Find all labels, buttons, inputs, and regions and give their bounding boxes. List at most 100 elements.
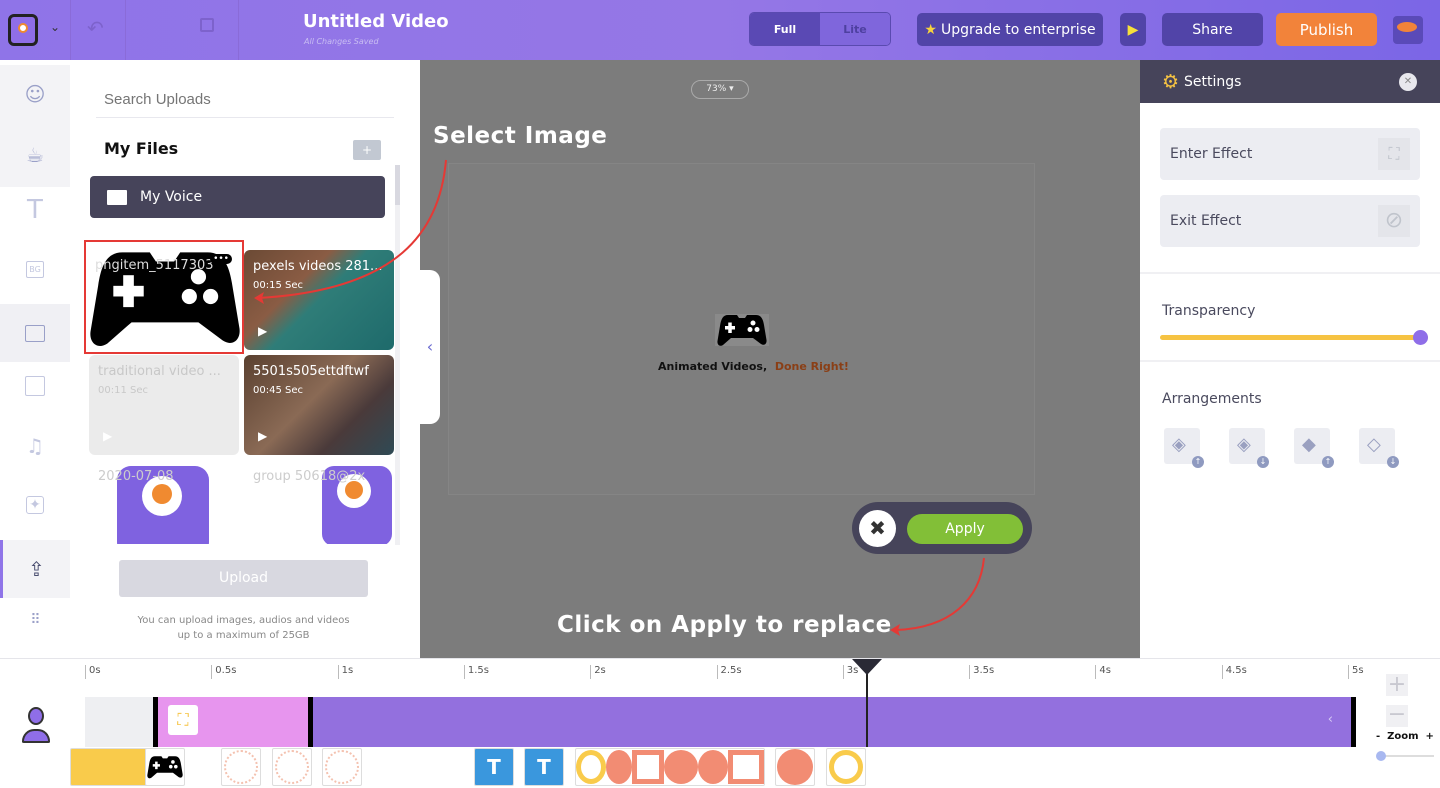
file-thumb[interactable]: group 50618@2x xyxy=(244,460,394,544)
dotted-ring-icon xyxy=(325,750,359,784)
layer-thumb-shapes[interactable] xyxy=(575,748,765,786)
layer-thumb-gamepad[interactable] xyxy=(145,748,185,786)
playhead[interactable] xyxy=(852,659,882,747)
text-icon: T xyxy=(487,755,501,779)
layer-thumb-ring[interactable] xyxy=(272,748,312,786)
apply-button[interactable]: Apply xyxy=(907,514,1023,544)
track-clip[interactable]: ‹ xyxy=(313,697,1356,747)
app-logo[interactable] xyxy=(8,14,38,46)
layer-thumb-ring[interactable] xyxy=(826,748,866,786)
zoom-slider[interactable] xyxy=(1376,751,1434,761)
annotation-apply: Click on Apply to replace xyxy=(557,612,892,638)
time-tick: 5s xyxy=(1348,665,1364,679)
mode-lite[interactable]: Lite xyxy=(820,13,890,45)
bring-to-front-button[interactable]: ◆ ↑ xyxy=(1294,428,1334,468)
collapse-panel-handle[interactable]: ‹ xyxy=(420,270,440,424)
zoom-label: - Zoom + xyxy=(1376,731,1434,742)
sidebar-item-effects[interactable]: ✦ xyxy=(0,476,70,534)
transparency-slider-handle[interactable] xyxy=(1413,330,1428,345)
duplicate-icon[interactable] xyxy=(200,18,214,32)
layer-thumb-ring[interactable] xyxy=(322,748,362,786)
transparency-slider[interactable] xyxy=(1160,335,1428,340)
slide-stage[interactable]: Animated Videos, Done Right! xyxy=(448,163,1035,495)
close-icon[interactable]: ✕ xyxy=(1399,73,1417,91)
dotted-ring-icon xyxy=(275,750,309,784)
chevron-left-icon[interactable]: ‹ xyxy=(1328,712,1333,727)
slide-tagline: Animated Videos, Done Right! xyxy=(658,360,849,373)
gamepad-image[interactable] xyxy=(715,314,769,346)
scrollbar[interactable] xyxy=(395,165,400,545)
sidebar-item-text[interactable]: T xyxy=(0,181,70,239)
video-title[interactable]: Untitled Video xyxy=(303,11,449,32)
play-icon[interactable]: ▶ xyxy=(103,429,112,443)
new-folder-button[interactable]: + xyxy=(353,140,381,160)
file-thumb[interactable]: 2020-07-08 xyxy=(89,460,239,544)
mode-toggle[interactable]: Full Lite xyxy=(749,12,891,46)
time-tick: 2.5s xyxy=(716,665,742,679)
time-tick: 3.5s xyxy=(969,665,994,679)
folder-my-voice[interactable]: My Voice xyxy=(90,176,385,218)
arrow-down-icon: ↓ xyxy=(1257,456,1269,468)
file-thumb[interactable]: 5501s505ettdftwf 00:45 Sec ▶ xyxy=(244,355,394,455)
bring-forward-button[interactable]: ◈ ↑ xyxy=(1164,428,1204,468)
enter-effect-marker[interactable]: ⛶ xyxy=(168,705,198,735)
undo-icon[interactable]: ↶ xyxy=(87,16,104,40)
file-thumb-selected[interactable]: pngitem_5117303 ••• xyxy=(84,240,244,354)
track-selected-clip[interactable]: ⛶ xyxy=(153,697,313,747)
video-icon xyxy=(25,376,45,396)
sidebar-item-music[interactable]: ♫ xyxy=(0,417,70,475)
ring-shape-icon xyxy=(576,750,606,784)
publish-button[interactable]: Publish xyxy=(1276,13,1377,46)
preview-play-button[interactable]: ▶ xyxy=(1120,13,1146,46)
sidebar-item-image[interactable] xyxy=(0,304,70,362)
cancel-replace-button[interactable]: ✖ xyxy=(859,510,896,547)
zoom-dropdown[interactable]: 73% ▾ xyxy=(691,80,749,99)
sidebar-item-character[interactable]: ☺ xyxy=(0,65,70,123)
mode-full[interactable]: Full xyxy=(750,13,820,45)
exit-effect-button[interactable]: Exit Effect ⊘ xyxy=(1160,195,1420,247)
chevron-down-icon[interactable]: ⌄ xyxy=(50,20,60,34)
more-options-icon[interactable]: ••• xyxy=(210,254,232,264)
layers-icon: ◆ xyxy=(1302,434,1316,455)
text-icon: T xyxy=(537,755,551,779)
gamepad-icon xyxy=(147,755,183,779)
time-tick: 0s xyxy=(85,665,101,679)
character-track-icon[interactable] xyxy=(22,707,50,745)
replace-confirm-bar: ✖ Apply xyxy=(852,502,1032,554)
time-tick: 0.5s xyxy=(211,665,236,679)
sidebar-item-properties[interactable]: ☕ xyxy=(0,123,70,187)
layer-thumb-circle[interactable] xyxy=(775,748,815,786)
layer-thumb-ring[interactable] xyxy=(221,748,261,786)
layer-thumb-text[interactable]: T xyxy=(524,748,564,786)
file-thumb[interactable]: pexels videos 281... 00:15 Sec ▶ xyxy=(244,250,394,350)
zoom-out-button[interactable]: − xyxy=(1386,704,1408,727)
layer-thumb-yellow[interactable] xyxy=(70,748,150,786)
enter-effect-button[interactable]: Enter Effect ⛶ xyxy=(1160,128,1420,180)
play-icon[interactable]: ▶ xyxy=(258,429,267,443)
sidebar-item-background[interactable]: BG xyxy=(0,240,70,298)
share-button[interactable]: Share xyxy=(1162,13,1263,46)
expand-effect-icon: ⛶ xyxy=(1378,138,1410,170)
sidebar-item-more[interactable]: ⠿ xyxy=(0,591,70,649)
effects-icon: ✦ xyxy=(26,496,44,514)
character-icon: ☺ xyxy=(24,82,46,106)
none-icon: ⊘ xyxy=(1378,205,1410,237)
play-icon[interactable]: ▶ xyxy=(258,324,267,338)
circle-shape-icon xyxy=(777,749,813,785)
sidebar-item-video[interactable] xyxy=(0,357,70,415)
file-thumb[interactable]: traditional video ... 00:11 Sec ▶ xyxy=(89,355,239,455)
track-empty xyxy=(85,697,155,747)
search-uploads-input[interactable] xyxy=(96,82,394,118)
upload-button[interactable]: Upload xyxy=(119,560,368,597)
time-tick: 2s xyxy=(590,665,606,679)
layer-thumb-text[interactable]: T xyxy=(474,748,514,786)
time-tick: 4s xyxy=(1095,665,1111,679)
send-to-back-button[interactable]: ◇ ↓ xyxy=(1359,428,1399,468)
send-backward-button[interactable]: ◈ ↓ xyxy=(1229,428,1269,468)
sidebar-item-upload[interactable]: ⇪ xyxy=(0,540,70,598)
circle-shape-icon xyxy=(698,750,728,784)
zoom-slider-handle[interactable] xyxy=(1376,751,1386,761)
upgrade-button[interactable]: ★ Upgrade to enterprise xyxy=(917,13,1103,46)
user-avatar[interactable] xyxy=(1393,16,1423,44)
zoom-in-button[interactable]: + xyxy=(1386,674,1408,696)
